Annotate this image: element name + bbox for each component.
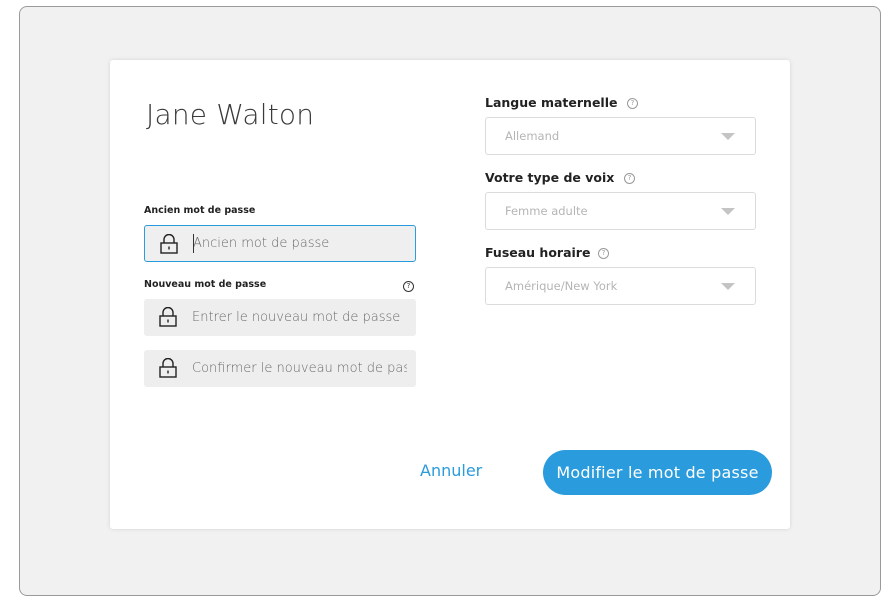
timezone-label: Fuseau horaire <box>485 245 591 260</box>
help-icon[interactable]: ? <box>627 98 638 109</box>
change-password-button[interactable]: Modifier le mot de passe <box>543 450 772 495</box>
timezone-value: Amérique/New York <box>505 279 618 293</box>
lock-icon <box>159 307 177 327</box>
help-icon[interactable]: ? <box>403 281 414 292</box>
help-icon[interactable]: ? <box>624 173 635 184</box>
language-select[interactable]: Allemand <box>485 117 756 155</box>
text-cursor <box>193 234 194 253</box>
confirm-password-field[interactable] <box>144 350 416 387</box>
chevron-down-icon <box>721 208 735 215</box>
lock-icon <box>160 234 178 254</box>
voice-type-value: Femme adulte <box>505 204 588 218</box>
help-icon[interactable]: ? <box>598 248 609 259</box>
old-password-label: Ancien mot de passe <box>144 205 256 216</box>
new-password-label: Nouveau mot de passe <box>144 279 267 290</box>
voice-type-label: Votre type de voix <box>485 170 615 185</box>
new-password-field[interactable] <box>144 299 416 336</box>
old-password-input[interactable] <box>193 226 408 261</box>
confirm-password-input[interactable] <box>192 350 407 387</box>
voice-type-select[interactable]: Femme adulte <box>485 192 756 230</box>
user-name-heading: Jane Walton <box>146 98 315 131</box>
chevron-down-icon <box>721 283 735 290</box>
language-label: Langue maternelle <box>485 95 618 110</box>
chevron-down-icon <box>721 133 735 140</box>
cancel-button[interactable]: Annuler <box>420 461 482 480</box>
lock-icon <box>159 358 177 378</box>
language-value: Allemand <box>505 129 560 143</box>
timezone-select[interactable]: Amérique/New York <box>485 267 756 305</box>
new-password-input[interactable] <box>192 299 407 336</box>
old-password-field[interactable] <box>144 225 416 262</box>
